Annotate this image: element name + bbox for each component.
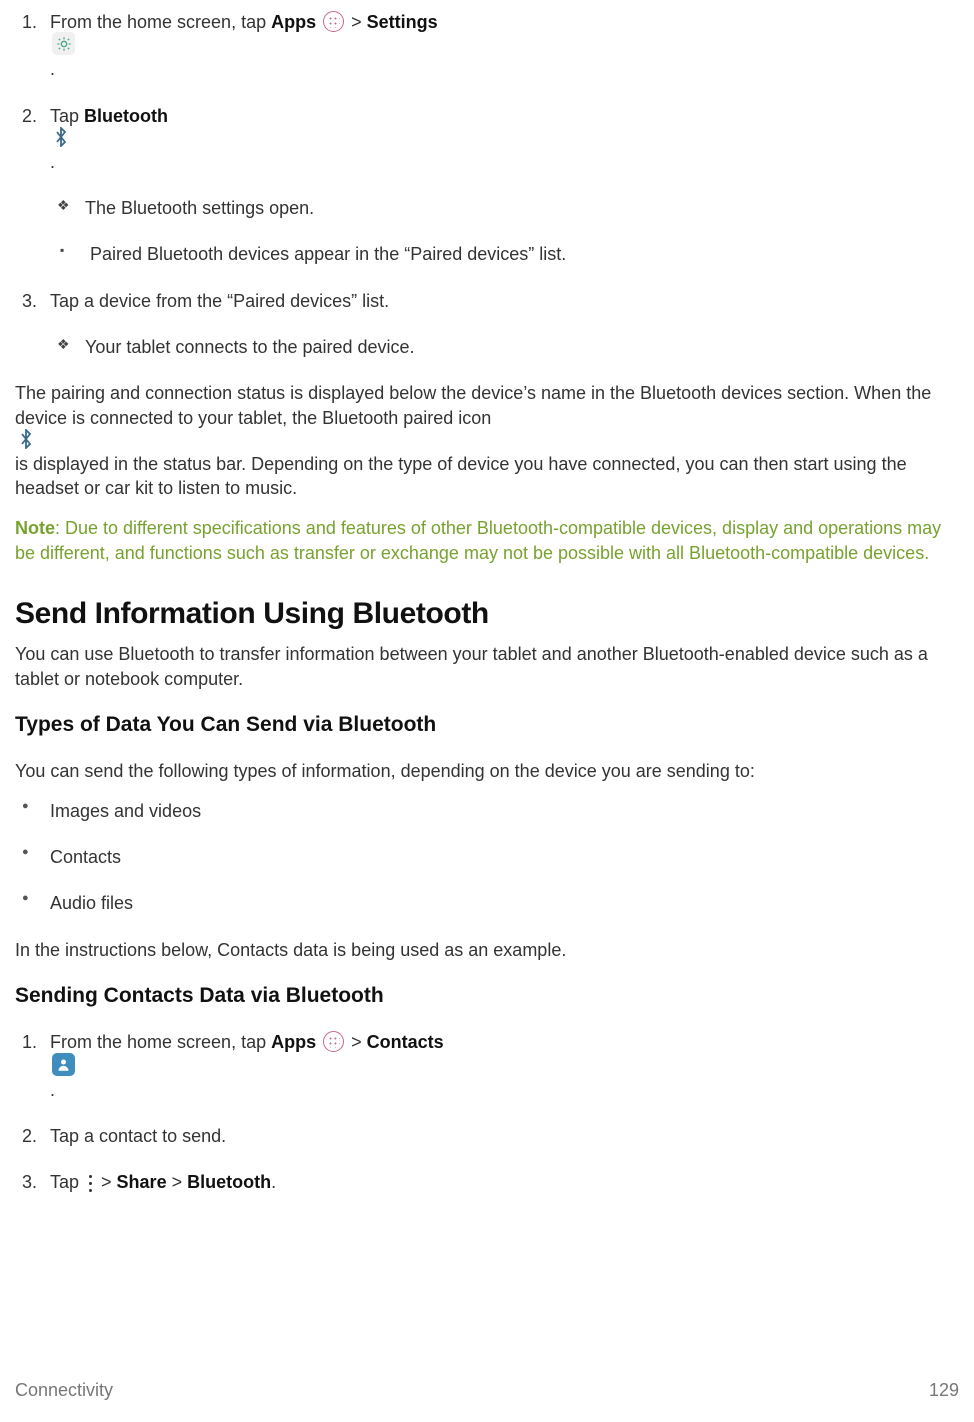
step-text: . — [50, 59, 55, 79]
step-text: Tap a contact to send. — [50, 1126, 226, 1146]
text: is displayed in the status bar. Dependin… — [15, 454, 907, 498]
step-number: 2. — [22, 104, 37, 128]
step-3: 3. Tap a device from the “Paired devices… — [50, 289, 959, 360]
step-text: Tap — [50, 106, 84, 126]
document-body: 1. From the home screen, tap Apps > Sett… — [15, 10, 959, 1194]
sub-item: The Bluetooth settings open. — [85, 196, 959, 220]
step-text: Tap a device from the “Paired devices” l… — [50, 291, 389, 311]
step-text: From the home screen, tap — [50, 12, 271, 32]
step-text: > — [346, 1032, 367, 1052]
bold-settings: Settings — [367, 12, 438, 32]
contacts-icon — [52, 1053, 75, 1076]
bluetooth-paired-icon — [17, 428, 35, 450]
sub-list: Your tablet connects to the paired devic… — [50, 335, 959, 359]
subheading-types: Types of Data You Can Send via Bluetooth — [15, 711, 959, 739]
paragraph: You can use Bluetooth to transfer inform… — [15, 642, 959, 691]
bold-bluetooth: Bluetooth — [84, 106, 168, 126]
step-text: From the home screen, tap — [50, 1032, 271, 1052]
step-text: . — [50, 152, 55, 172]
heading-send-info: Send Information Using Bluetooth — [15, 594, 959, 635]
text: The pairing and connection status is dis… — [15, 383, 931, 427]
step-number: 2. — [22, 1124, 37, 1148]
note-label: Note — [15, 518, 55, 538]
step-text: > — [96, 1172, 117, 1192]
list-item: Images and videos — [50, 799, 959, 823]
paragraph: In the instructions below, Contacts data… — [15, 938, 959, 962]
bluetooth-icon — [52, 126, 70, 148]
step-text: > — [346, 12, 367, 32]
step-number: 1. — [22, 1030, 37, 1054]
bold-apps: Apps — [271, 12, 316, 32]
page-footer: Connectivity 129 — [15, 1378, 959, 1402]
step-number: 3. — [22, 1170, 37, 1194]
paragraph: You can send the following types of info… — [15, 759, 959, 783]
bold-contacts: Contacts — [367, 1032, 444, 1052]
step-text: . — [50, 1080, 55, 1100]
subheading-sending: Sending Contacts Data via Bluetooth — [15, 982, 959, 1010]
bold-bluetooth: Bluetooth — [187, 1172, 271, 1192]
note-block: Note: Due to different specifications an… — [15, 516, 959, 566]
step-text: > — [167, 1172, 188, 1192]
step-number: 1. — [22, 10, 37, 34]
step-2: 2. Tap Bluetooth . The Bluetooth setting… — [50, 104, 959, 267]
step-1: 1. From the home screen, tap Apps > Sett… — [50, 10, 959, 82]
note-text: : Due to different specifications and fe… — [15, 518, 941, 563]
list-item: Audio files — [50, 891, 959, 915]
sub-list: The Bluetooth settings open. — [50, 196, 959, 220]
bold-apps: Apps — [271, 1032, 316, 1052]
step-b2: 2. Tap a contact to send. — [50, 1124, 959, 1148]
step-text: . — [271, 1172, 276, 1192]
ordered-list-connect: 1. From the home screen, tap Apps > Sett… — [15, 10, 959, 359]
sub-item: Your tablet connects to the paired devic… — [85, 335, 959, 359]
list-item: Contacts — [50, 845, 959, 869]
footer-page-number: 129 — [929, 1378, 959, 1402]
sub-sub-list: Paired Bluetooth devices appear in the “… — [50, 242, 959, 266]
settings-icon — [52, 32, 75, 55]
apps-icon — [323, 1031, 344, 1052]
footer-section: Connectivity — [15, 1378, 113, 1402]
bold-share: Share — [117, 1172, 167, 1192]
step-number: 3. — [22, 289, 37, 313]
paragraph: The pairing and connection status is dis… — [15, 381, 959, 500]
ordered-list-send: 1. From the home screen, tap Apps > Cont… — [15, 1030, 959, 1194]
bullet-list-types: Images and videos Contacts Audio files — [15, 799, 959, 916]
step-b3: 3. Tap > Share > Bluetooth. — [50, 1170, 959, 1194]
step-text: Tap — [50, 1172, 84, 1192]
more-icon — [86, 1172, 94, 1194]
step-b1: 1. From the home screen, tap Apps > Cont… — [50, 1030, 959, 1102]
sub-item: Paired Bluetooth devices appear in the “… — [90, 242, 959, 266]
apps-icon — [323, 11, 344, 32]
